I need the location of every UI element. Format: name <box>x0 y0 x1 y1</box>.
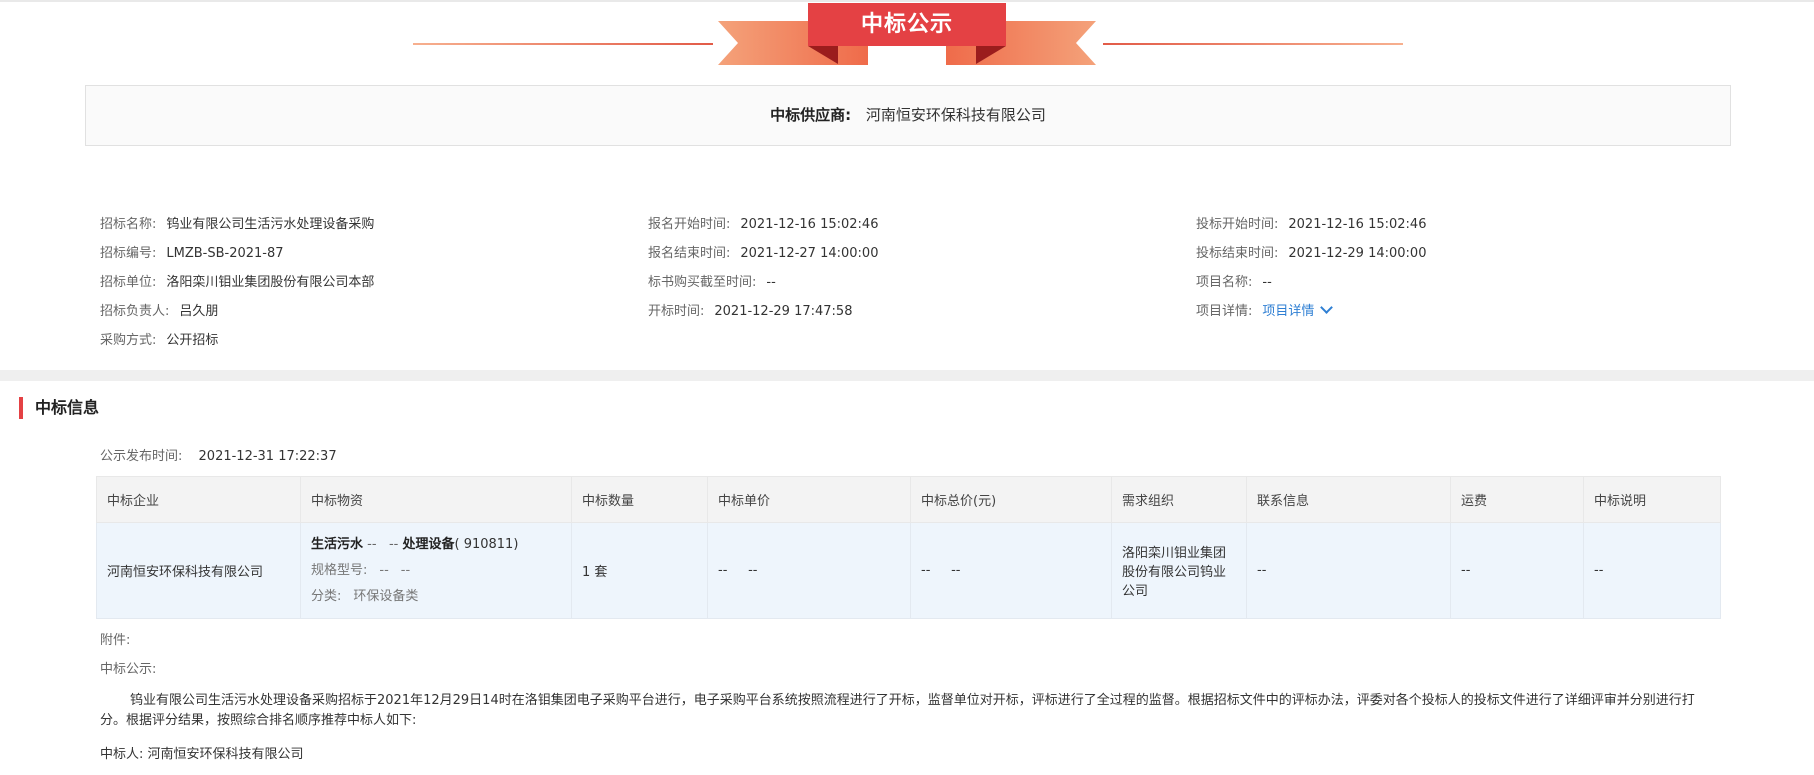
info-key: 招标单位: <box>100 275 157 290</box>
info-value: 2021-12-16 15:02:46 <box>740 217 879 232</box>
cell-unit-price: -- -- <box>707 522 911 619</box>
ribbon-line-left <box>413 43 713 45</box>
info-value: 钨业有限公司生活污水处理设备采购 <box>166 217 375 232</box>
info-key: 招标名称: <box>100 217 157 232</box>
cell-total-price: -- -- <box>910 522 1112 619</box>
info-key: 项目详情: <box>1196 304 1253 319</box>
category-label: 分类: <box>311 588 342 604</box>
material-code: ( 910811) <box>454 536 519 552</box>
col-header: 运费 <box>1450 476 1584 523</box>
material-dash-2: -- <box>388 536 399 552</box>
info-value: LMZB-SB-2021-87 <box>166 246 284 261</box>
info-row: 投标开始时间: 2021-12-16 15:02:46 <box>1196 214 1426 243</box>
info-key: 招标编号: <box>100 246 157 261</box>
material-name-line: 生活污水 -- -- 处理设备( 910811) <box>311 535 561 555</box>
info-row: 项目详情: 项目详情 <box>1196 301 1426 330</box>
info-value: -- <box>766 275 776 290</box>
info-key: 投标结束时间: <box>1196 246 1279 261</box>
info-value: 2021-12-16 15:02:46 <box>1288 217 1427 232</box>
section-divider <box>0 370 1814 381</box>
ribbon-line-right <box>1103 43 1403 45</box>
info-key: 报名结束时间: <box>648 246 731 261</box>
col-header: 中标说明 <box>1583 476 1721 523</box>
info-row: 标书购买截至时间: -- <box>648 272 878 301</box>
info-key: 开标时间: <box>648 304 705 319</box>
info-row: 招标负责人: 吕久朋 <box>100 301 374 330</box>
spec-label: 规格型号: <box>311 562 368 578</box>
total-price-a: -- <box>921 563 931 578</box>
info-value: 公开招标 <box>166 333 219 348</box>
material-name-1: 生活污水 <box>311 536 364 552</box>
info-key: 标书购买截至时间: <box>648 275 757 290</box>
announcement-label: 中标公示: <box>100 662 157 677</box>
spec-value-2: -- <box>400 562 411 578</box>
info-value: 吕久朋 <box>179 304 219 319</box>
top-divider <box>0 0 1814 2</box>
material-category: 分类: 环保设备类 <box>311 587 561 607</box>
winning-supplier-box: 中标供应商: 河南恒安环保科技有限公司 <box>85 85 1731 146</box>
publish-time-value: 2021-12-31 17:22:37 <box>198 449 337 464</box>
col-header: 联系信息 <box>1246 476 1451 523</box>
project-details-link[interactable]: 项目详情 <box>1262 301 1334 319</box>
info-key: 招标负责人: <box>100 304 170 319</box>
info-row: 项目名称: -- <box>1196 272 1426 301</box>
cell-note: -- <box>1583 522 1721 619</box>
unit-price-a: -- <box>718 563 728 578</box>
announcement-text: 钨业有限公司生活污水处理设备采购招标于2021年12月29日14时在洛钼集团电子… <box>100 693 1695 728</box>
material-dash-1: -- <box>367 536 377 552</box>
table-header-row: 中标企业 中标物资 中标数量 中标单价 中标总价(元) 需求组织 联系信息 运费… <box>96 476 1721 523</box>
info-column-1: 招标名称: 钨业有限公司生活污水处理设备采购 招标编号: LMZB-SB-2021-… <box>100 214 374 359</box>
page-title: 中标公示 <box>808 3 1006 46</box>
spec-value-1: -- <box>379 562 389 578</box>
total-price-b: -- <box>951 563 961 578</box>
col-header: 中标物资 <box>300 476 572 523</box>
publish-time-label: 公示发布时间: <box>100 449 183 464</box>
material-spec: 规格型号: -- -- <box>311 561 561 581</box>
info-value: 2021-12-29 14:00:00 <box>1288 246 1427 261</box>
info-row: 报名结束时间: 2021-12-27 14:00:00 <box>648 243 878 272</box>
cell-freight: -- <box>1450 522 1584 619</box>
info-value: 洛阳栾川钼业集团股份有限公司本部 <box>166 275 375 290</box>
info-row: 招标编号: LMZB-SB-2021-87 <box>100 243 374 272</box>
material-name-2: 处理设备 <box>402 536 455 552</box>
info-value: -- <box>1262 275 1272 290</box>
cell-quantity: 1 套 <box>571 522 708 619</box>
category-value: 环保设备类 <box>353 588 419 604</box>
info-key: 项目名称: <box>1196 275 1253 290</box>
publish-time: 公示发布时间: 2021-12-31 17:22:37 <box>100 446 337 468</box>
winner-line: 中标人: 河南恒安环保科技有限公司 <box>100 747 304 762</box>
award-table: 中标企业 中标物资 中标数量 中标单价 中标总价(元) 需求组织 联系信息 运费… <box>96 476 1721 619</box>
info-key: 投标开始时间: <box>1196 217 1279 232</box>
info-column-3: 投标开始时间: 2021-12-16 15:02:46 投标结束时间: 2021-1… <box>1196 214 1426 330</box>
info-value: 2021-12-29 17:47:58 <box>714 304 853 319</box>
cell-material: 生活污水 -- -- 处理设备( 910811) 规格型号: -- -- 分类: 环保… <box>300 522 572 619</box>
cell-contact: -- <box>1246 522 1451 619</box>
col-header: 中标总价(元) <box>910 476 1112 523</box>
info-row: 开标时间: 2021-12-29 17:47:58 <box>648 301 878 330</box>
info-key: 采购方式: <box>100 333 157 348</box>
info-row: 采购方式: 公开招标 <box>100 330 374 359</box>
supplier-name: 河南恒安环保科技有限公司 <box>865 106 1046 124</box>
info-row: 投标结束时间: 2021-12-29 14:00:00 <box>1196 243 1426 272</box>
col-header: 中标企业 <box>96 476 301 523</box>
cell-org: 洛阳栾川钼业集团股份有限公司钨业公司 <box>1111 522 1247 619</box>
col-header: 需求组织 <box>1111 476 1247 523</box>
attachments-label: 附件: <box>100 633 131 648</box>
section-title: 中标信息 <box>19 397 99 419</box>
info-row: 招标名称: 钨业有限公司生活污水处理设备采购 <box>100 214 374 243</box>
unit-price-b: -- <box>748 563 758 578</box>
col-header: 中标数量 <box>571 476 708 523</box>
table-row: 河南恒安环保科技有限公司 生活污水 -- -- 处理设备( 910811) 规格… <box>96 522 1721 619</box>
info-row: 招标单位: 洛阳栾川钼业集团股份有限公司本部 <box>100 272 374 301</box>
cell-company: 河南恒安环保科技有限公司 <box>96 522 301 619</box>
info-column-2: 报名开始时间: 2021-12-16 15:02:46 报名结束时间: 2021-1… <box>648 214 878 330</box>
info-row: 报名开始时间: 2021-12-16 15:02:46 <box>648 214 878 243</box>
info-value: 2021-12-27 14:00:00 <box>740 246 879 261</box>
col-header: 中标单价 <box>707 476 911 523</box>
project-details-label: 项目详情 <box>1262 304 1315 319</box>
supplier-label: 中标供应商: <box>770 106 852 124</box>
info-key: 报名开始时间: <box>648 217 731 232</box>
chevron-down-icon <box>1320 301 1334 314</box>
